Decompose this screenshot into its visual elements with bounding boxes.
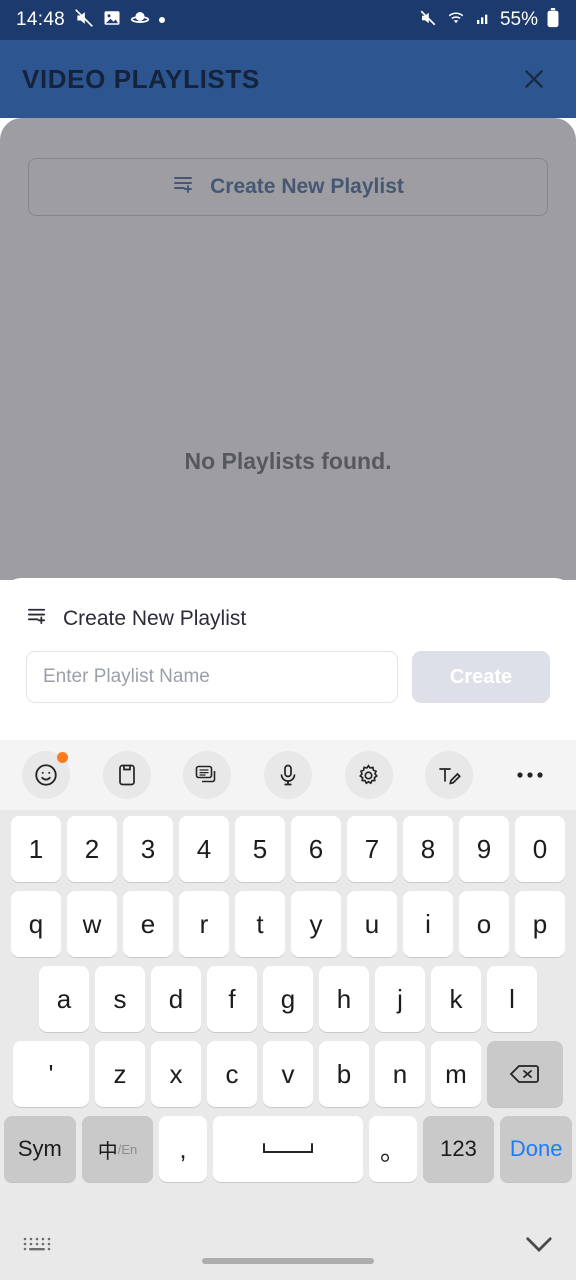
key-q[interactable]: q [11, 891, 61, 957]
keyboard-row-function: Sym 中/En , 。 123 Done [4, 1116, 572, 1182]
mute-slash-icon [74, 8, 94, 33]
key-8[interactable]: 8 [403, 816, 453, 882]
key-j[interactable]: j [375, 966, 425, 1032]
status-time: 14:48 [16, 9, 66, 30]
key-m[interactable]: m [431, 1041, 481, 1107]
key-comma[interactable]: , [159, 1116, 207, 1182]
status-bar: 14:48 55% [0, 0, 576, 40]
keyboard-icon[interactable] [22, 1235, 52, 1260]
backspace-icon[interactable] [487, 1041, 563, 1107]
battery-icon [546, 7, 560, 33]
key-e[interactable]: e [123, 891, 173, 957]
key-1[interactable]: 1 [11, 816, 61, 882]
key-a[interactable]: a [39, 966, 89, 1032]
keyboard: 1 2 3 4 5 6 7 8 9 0 q w e r t y u i o p … [0, 740, 576, 1280]
key-h[interactable]: h [319, 966, 369, 1032]
keyboard-row-top: q w e r t y u i o p [4, 891, 572, 957]
key-d[interactable]: d [151, 966, 201, 1032]
key-y[interactable]: y [291, 891, 341, 957]
keyboard-row-bottom: ' z x c v b n m [4, 1041, 572, 1107]
dot-icon [159, 17, 166, 23]
key-k[interactable]: k [431, 966, 481, 1032]
key-2[interactable]: 2 [67, 816, 117, 882]
key-p[interactable]: p [515, 891, 565, 957]
key-6[interactable]: 6 [291, 816, 341, 882]
keyboard-footer [0, 1214, 576, 1280]
key-4[interactable]: 4 [179, 816, 229, 882]
sheet-title-label: Create New Playlist [63, 606, 247, 630]
key-0[interactable]: 0 [515, 816, 565, 882]
key-o[interactable]: o [459, 891, 509, 957]
battery-percent: 55% [499, 9, 538, 30]
sheet-title-row: Create New Playlist [0, 578, 576, 633]
volume-mute-icon [418, 9, 438, 32]
key-g[interactable]: g [263, 966, 313, 1032]
saturn-icon [130, 9, 150, 32]
playlist-name-input[interactable] [26, 651, 398, 703]
key-w[interactable]: w [67, 891, 117, 957]
close-icon[interactable] [514, 59, 554, 99]
page-title: VIDEO PLAYLISTS [22, 63, 260, 94]
app-header: VIDEO PLAYLISTS [0, 40, 576, 118]
key-symbols[interactable]: Sym [4, 1116, 76, 1182]
key-u[interactable]: u [347, 891, 397, 957]
key-period[interactable]: 。 [369, 1116, 417, 1182]
key-x[interactable]: x [151, 1041, 201, 1107]
status-bar-left: 14:48 [16, 8, 166, 33]
key-n[interactable]: n [375, 1041, 425, 1107]
playlist-add-icon [172, 172, 196, 202]
key-s[interactable]: s [95, 966, 145, 1032]
screen: 14:48 55% VIDEO PLAYLISTS Create New Pla… [0, 0, 576, 1280]
key-5[interactable]: 5 [235, 816, 285, 882]
emoji-icon[interactable] [22, 751, 70, 799]
key-language-sub: /En [117, 1141, 138, 1157]
home-indicator [202, 1258, 374, 1264]
key-l[interactable]: l [487, 966, 537, 1032]
create-new-playlist-button[interactable]: Create New Playlist [28, 158, 548, 216]
create-playlist-row: Create New Playlist [0, 118, 576, 216]
image-icon [103, 9, 121, 32]
key-numeric[interactable]: 123 [422, 1116, 495, 1182]
keyboard-row-home: a s d f g h j k l [4, 966, 572, 1032]
key-r[interactable]: r [179, 891, 229, 957]
key-apostrophe[interactable]: ' [13, 1041, 89, 1107]
playlist-add-icon [26, 604, 49, 633]
create-playlist-sheet: Create New Playlist Create [0, 578, 576, 740]
key-space[interactable] [212, 1116, 364, 1182]
keyboard-switch-icon[interactable] [183, 751, 232, 799]
sheet-form: Create [0, 633, 576, 703]
keyboard-rows: 1 2 3 4 5 6 7 8 9 0 q w e r t y u i o p … [0, 810, 576, 1182]
gear-icon[interactable] [344, 751, 393, 799]
key-c[interactable]: c [207, 1041, 257, 1107]
chevron-down-icon[interactable] [524, 1235, 554, 1260]
key-t[interactable]: t [235, 891, 285, 957]
key-b[interactable]: b [319, 1041, 369, 1107]
key-3[interactable]: 3 [123, 816, 173, 882]
key-7[interactable]: 7 [347, 816, 397, 882]
signal-icon [474, 10, 492, 31]
key-z[interactable]: z [95, 1041, 145, 1107]
key-done[interactable]: Done [500, 1116, 572, 1182]
empty-state-message: No Playlists found. [184, 448, 392, 474]
playlist-page-body: Create New Playlist No Playlists found. [0, 118, 576, 580]
handwriting-icon[interactable] [425, 751, 474, 799]
wifi-icon [446, 9, 466, 32]
key-f[interactable]: f [207, 966, 257, 1032]
more-icon[interactable] [506, 751, 554, 799]
key-language-main: 中 [97, 1140, 118, 1163]
key-v[interactable]: v [263, 1041, 313, 1107]
create-new-playlist-label: Create New Playlist [210, 175, 404, 198]
create-button[interactable]: Create [412, 651, 550, 703]
status-bar-right: 55% [418, 7, 560, 33]
clipboard-icon[interactable] [102, 751, 151, 799]
microphone-icon[interactable] [263, 751, 312, 799]
key-language-toggle[interactable]: 中/En [81, 1116, 154, 1182]
key-i[interactable]: i [403, 891, 453, 957]
emoji-badge [57, 752, 68, 763]
keyboard-row-numbers: 1 2 3 4 5 6 7 8 9 0 [4, 816, 572, 882]
key-9[interactable]: 9 [459, 816, 509, 882]
keyboard-toolbar [0, 740, 576, 810]
